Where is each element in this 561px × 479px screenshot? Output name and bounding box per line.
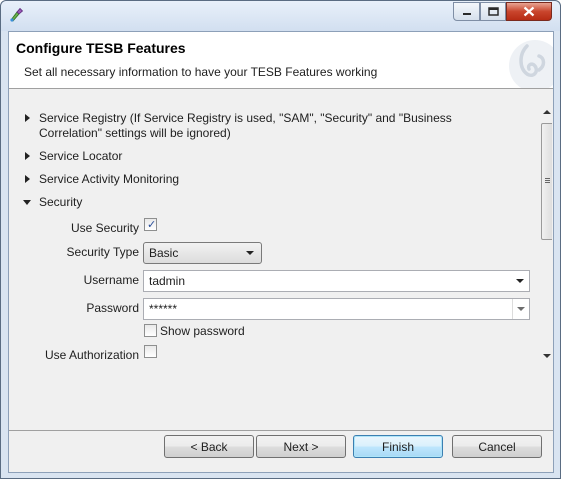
username-value: tadmin [149, 274, 186, 288]
use-authorization-label: Use Authorization [44, 348, 139, 362]
feature-settings-panel[interactable]: Service Registry (If Service Registry is… [13, 103, 552, 365]
palette-icon [10, 7, 24, 22]
scroll-down-icon[interactable] [543, 354, 551, 358]
page-description: Set all necessary information to have yo… [24, 65, 378, 79]
maximize-icon [487, 6, 499, 16]
scrollbar-thumb[interactable] [541, 123, 552, 240]
section-label: Service Activity Monitoring [39, 172, 180, 186]
cancel-button[interactable]: Cancel [452, 435, 542, 458]
chevron-down-icon [246, 251, 254, 255]
section-service-activity-monitoring[interactable]: Service Activity Monitoring [23, 172, 179, 187]
section-service-registry[interactable]: Service Registry (If Service Registry is… [23, 111, 515, 141]
section-label: Service Locator [39, 149, 123, 163]
show-password-checkbox[interactable] [144, 324, 157, 337]
section-label: Service Registry (If Service Registry is… [39, 111, 452, 140]
chevron-down-icon [517, 307, 525, 311]
security-type-value: Basic [149, 246, 179, 260]
checkmark-icon: ✓ [147, 219, 157, 231]
page-title: Configure TESB Features [16, 40, 186, 56]
use-security-checkbox[interactable]: ✓ [144, 218, 157, 231]
expand-arrow-icon[interactable] [23, 111, 35, 126]
section-service-locator[interactable]: Service Locator [23, 149, 122, 164]
section-security[interactable]: Security [23, 195, 82, 210]
password-dropdown[interactable] [512, 299, 529, 319]
section-label: Security [39, 195, 83, 209]
security-type-select[interactable]: Basic [143, 242, 262, 264]
username-label: Username [83, 273, 139, 287]
scroll-up-icon[interactable] [543, 110, 551, 114]
maximize-button[interactable] [480, 2, 506, 21]
chevron-down-icon[interactable] [516, 279, 524, 283]
next-button[interactable]: Next > [256, 435, 346, 458]
talend-logo-icon [505, 32, 553, 88]
minimize-button[interactable] [453, 2, 480, 21]
password-label: Password [86, 301, 139, 315]
title-bar[interactable] [1, 1, 560, 31]
dialog-client-area: Configure TESB Features Set all necessar… [8, 31, 554, 473]
use-security-label: Use Security [70, 221, 139, 235]
username-input[interactable]: tadmin [143, 270, 530, 292]
password-input[interactable]: ****** [143, 298, 530, 320]
dialog-window: Configure TESB Features Set all necessar… [0, 0, 561, 479]
collapse-arrow-icon[interactable] [23, 195, 35, 210]
minimize-icon [462, 12, 471, 15]
wizard-header: Configure TESB Features Set all necessar… [9, 32, 553, 89]
vertical-scrollbar[interactable] [539, 103, 552, 365]
close-icon [523, 6, 535, 17]
button-bar-separator [9, 430, 553, 431]
use-authorization-checkbox[interactable] [144, 345, 157, 358]
finish-button[interactable]: Finish [353, 435, 443, 458]
expand-arrow-icon[interactable] [23, 172, 35, 187]
show-password-label[interactable]: Show password [160, 324, 245, 339]
close-button[interactable] [506, 2, 552, 21]
password-value: ****** [149, 302, 178, 316]
expand-arrow-icon[interactable] [23, 149, 35, 164]
back-button[interactable]: < Back [164, 435, 254, 458]
security-type-label: Security Type [66, 245, 139, 259]
